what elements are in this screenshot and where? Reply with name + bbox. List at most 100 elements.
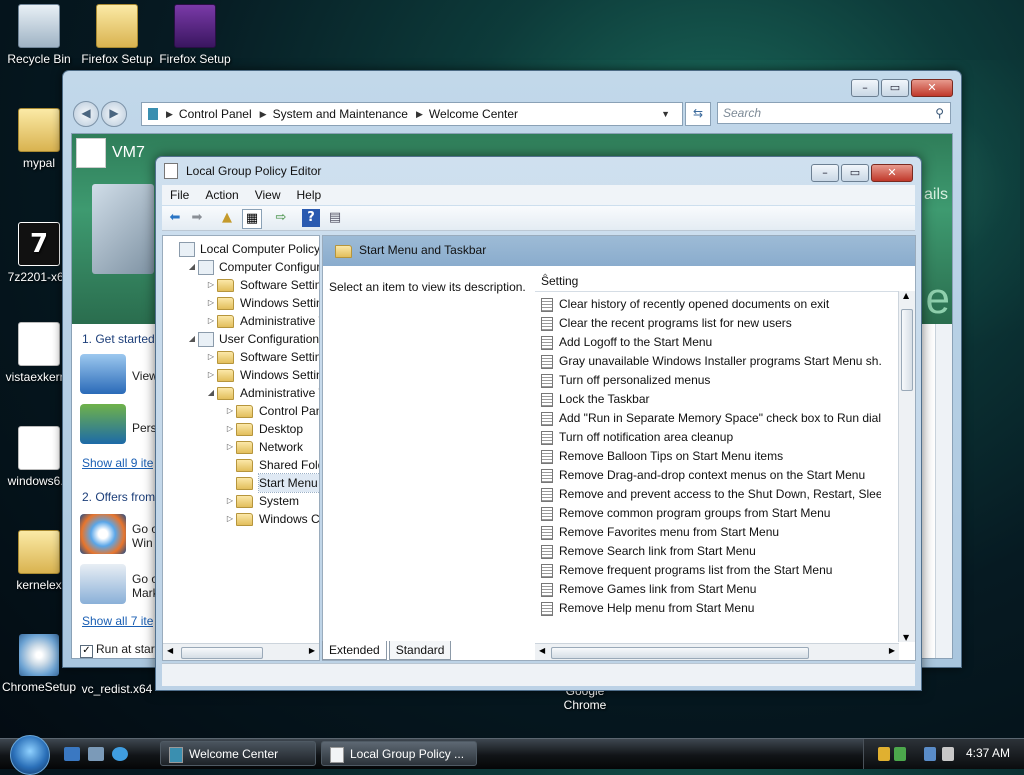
switch-windows-icon[interactable] <box>88 747 104 761</box>
column-header-setting[interactable]: Setting ⌃ <box>535 271 915 292</box>
task-label[interactable]: Pers <box>132 421 157 435</box>
expand-toggle-icon[interactable]: ▷ <box>205 366 217 384</box>
run-at-startup-label[interactable]: Run at start <box>96 642 158 656</box>
show-all-link[interactable]: Show all 9 ite <box>82 456 153 470</box>
expand-toggle-icon[interactable]: ▷ <box>205 312 217 330</box>
tree-item[interactable]: ▷ Software Settings <box>205 348 319 366</box>
taskbar-item-group-policy[interactable]: Local Group Policy ... <box>321 741 477 766</box>
personalize-icon[interactable] <box>80 404 126 444</box>
setting-row[interactable]: Remove and prevent access to the Shut Do… <box>541 485 881 504</box>
expand-toggle-icon[interactable]: ▷ <box>224 438 236 456</box>
marketplace-basket-icon[interactable] <box>80 564 126 604</box>
setting-row[interactable]: Remove Drag-and-drop context menus on th… <box>541 466 881 485</box>
tab-extended[interactable]: Extended <box>322 641 387 660</box>
setting-row[interactable]: Lock the Taskbar <box>541 390 881 409</box>
update-icon[interactable] <box>894 747 906 761</box>
address-bar[interactable]: ▶ Control Panel ▶ System and Maintenance… <box>141 102 683 126</box>
up-folder-icon[interactable]: ▲ <box>218 209 236 227</box>
tree-item[interactable]: Shared Folder <box>224 456 319 474</box>
minimize-button[interactable]: – <box>851 79 879 97</box>
setting-row[interactable]: Turn off personalized menus <box>541 371 881 390</box>
expand-toggle-icon[interactable]: ◢ <box>186 258 198 276</box>
clock[interactable]: 4:37 AM <box>966 746 1010 760</box>
desktop-icon-firefox-setup[interactable]: Firefox Setup <box>78 4 156 66</box>
setting-row[interactable]: Clear history of recently opened documen… <box>541 295 881 314</box>
show-desktop-icon[interactable] <box>64 747 80 761</box>
menu-file[interactable]: File <box>170 188 189 202</box>
close-button[interactable]: ✕ <box>911 79 953 97</box>
back-arrow-icon[interactable]: ⬅ <box>166 209 184 227</box>
desktop-icon-vc-redist[interactable]: vc_redist.x64 <box>78 682 156 696</box>
run-at-startup-checkbox[interactable]: ✓ <box>80 645 93 658</box>
menu-action[interactable]: Action <box>205 188 238 202</box>
setting-row[interactable]: Remove common program groups from Start … <box>541 504 881 523</box>
task-label[interactable]: View <box>132 369 158 383</box>
tree-item[interactable]: ▷ System <box>224 492 299 510</box>
expand-toggle-icon[interactable]: ▷ <box>224 510 236 528</box>
tree-item[interactable]: ◢ Administrative Te <box>205 384 319 402</box>
setting-row[interactable]: Remove Games link from Start Menu <box>541 580 881 599</box>
tree-item[interactable]: ▷ Desktop <box>224 420 303 438</box>
tree-item[interactable]: ▷ Network <box>224 438 303 456</box>
vertical-scrollbar[interactable] <box>935 324 952 658</box>
setting-row[interactable]: Remove Help menu from Start Menu <box>541 599 881 618</box>
show-all-link[interactable]: Show all 7 ite <box>82 614 153 628</box>
setting-row[interactable]: Clear the recent programs list for new u… <box>541 314 881 333</box>
setting-row[interactable]: Remove Balloon Tips on Start Menu items <box>541 447 881 466</box>
refresh-button[interactable]: ⇆ <box>685 102 711 126</box>
horizontal-scrollbar[interactable]: ◀ ▶ <box>535 643 899 660</box>
tree-item[interactable]: ▷ Control Panel <box>224 402 319 420</box>
scroll-up-icon[interactable]: ▲ <box>903 291 909 300</box>
minimize-button[interactable]: – <box>811 164 839 182</box>
breadcrumb-item[interactable]: System and Maintenance <box>273 107 408 121</box>
internet-explorer-icon[interactable] <box>112 747 128 761</box>
tree-item[interactable]: ▷ Windows Setting <box>205 294 319 312</box>
desktop-icon-recycle-bin[interactable]: Recycle Bin <box>0 4 78 66</box>
setting-row[interactable]: Remove frequent programs list from the S… <box>541 561 881 580</box>
expand-toggle-icon[interactable]: ▷ <box>224 492 236 510</box>
tab-standard[interactable]: Standard <box>388 641 452 660</box>
scroll-thumb[interactable] <box>181 647 263 659</box>
chevron-down-icon[interactable]: ▼ <box>661 109 670 119</box>
search-input[interactable]: Search ⚲ <box>717 102 951 124</box>
show-details-link[interactable]: ails <box>924 186 948 204</box>
taskbar-item-welcome-center[interactable]: Welcome Center <box>160 741 316 766</box>
tree-item[interactable]: Start Menu ar <box>224 473 319 493</box>
task-label[interactable]: Win <box>132 536 153 550</box>
tree-item[interactable]: ▷ Windows Cor <box>224 510 319 528</box>
expand-toggle-icon[interactable]: ▷ <box>205 348 217 366</box>
tree-item[interactable]: ◢ User Configuration <box>186 330 319 348</box>
scroll-right-icon[interactable]: ▶ <box>309 646 315 655</box>
volume-muted-icon[interactable] <box>942 747 954 761</box>
setting-row[interactable]: Remove Favorites menu from Start Menu <box>541 523 881 542</box>
security-shield-icon[interactable] <box>878 747 890 761</box>
setting-row[interactable]: Add Logoff to the Start Menu <box>541 333 881 352</box>
scroll-left-icon[interactable]: ◀ <box>539 646 545 655</box>
scroll-down-icon[interactable]: ▼ <box>903 633 909 642</box>
forward-button[interactable]: ▶ <box>101 101 127 127</box>
setting-row[interactable]: Remove Search link from Start Menu <box>541 542 881 561</box>
vertical-scrollbar[interactable]: ▲ ▼ <box>898 291 915 642</box>
view-details-icon[interactable] <box>80 354 126 394</box>
breadcrumb-item[interactable]: Welcome Center <box>429 107 518 121</box>
group-policy-editor-window[interactable]: Local Group Policy Editor – ▭ ✕ File Act… <box>155 156 922 691</box>
show-hide-tree-icon[interactable]: ▦ <box>242 209 262 229</box>
maximize-button[interactable]: ▭ <box>881 79 909 97</box>
tree-item[interactable]: Local Computer Policy <box>167 240 319 258</box>
expand-toggle-icon[interactable]: ▷ <box>224 420 236 438</box>
start-button[interactable] <box>10 735 50 775</box>
expand-toggle-icon[interactable]: ◢ <box>205 384 217 402</box>
menu-view[interactable]: View <box>255 188 281 202</box>
close-button[interactable]: ✕ <box>871 164 913 182</box>
export-list-icon[interactable]: ⇨ <box>272 209 290 227</box>
maximize-button[interactable]: ▭ <box>841 164 869 182</box>
tree-item[interactable]: ▷ Administrative Te <box>205 312 319 330</box>
tree-item[interactable]: ◢ Computer Configura <box>186 258 319 276</box>
network-icon[interactable] <box>924 747 936 761</box>
setting-row[interactable]: Turn off notification area cleanup <box>541 428 881 447</box>
tree-item[interactable]: ▷ Windows Setting <box>205 366 319 384</box>
scroll-thumb[interactable] <box>901 309 913 391</box>
expand-toggle-icon[interactable]: ▷ <box>205 294 217 312</box>
help-icon[interactable]: ? <box>302 209 320 227</box>
windows-logo-icon[interactable] <box>80 514 126 554</box>
